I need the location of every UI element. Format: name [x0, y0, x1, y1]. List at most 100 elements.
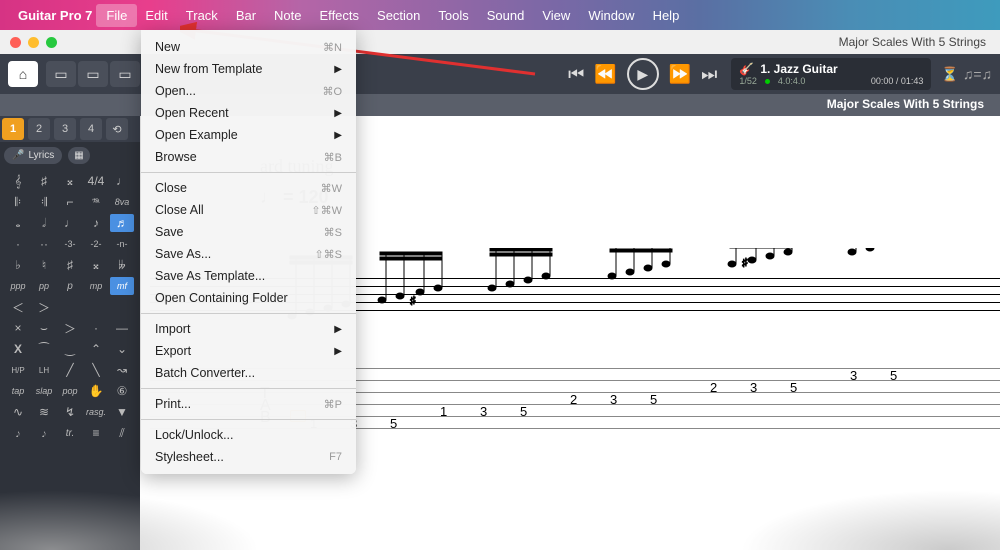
menu-item-open-containing-folder[interactable]: Open Containing Folder: [141, 287, 356, 309]
palette-tuplet2-icon[interactable]: -2-: [84, 235, 108, 253]
panel-button-2[interactable]: ▭: [78, 61, 108, 87]
palette-timesig-icon[interactable]: 4/4: [84, 172, 108, 190]
home-button[interactable]: ⌂: [8, 61, 38, 87]
palette-vib-icon[interactable]: ∿: [6, 403, 30, 421]
palette-trem2-icon[interactable]: ≡: [84, 424, 108, 442]
palette-mp-icon[interactable]: mp: [84, 277, 108, 295]
palette-half-icon[interactable]: 𝅗𝅥: [32, 214, 56, 232]
palette-tie-icon[interactable]: ⌣: [32, 319, 56, 337]
menu-note[interactable]: Note: [274, 8, 301, 23]
menu-item-export[interactable]: Export▶: [141, 340, 356, 362]
menu-help[interactable]: Help: [653, 8, 680, 23]
palette-grace2-icon[interactable]: 𝆕: [32, 424, 56, 442]
menu-edit[interactable]: Edit: [145, 8, 167, 23]
tab-1[interactable]: 1: [2, 118, 24, 140]
forward-icon[interactable]: ⏩: [669, 64, 691, 85]
menu-item-new[interactable]: New⌘N: [141, 36, 356, 58]
palette-grace-icon[interactable]: 𝆕: [6, 424, 30, 442]
palette-strum-icon[interactable]: ▼: [110, 403, 134, 421]
close-icon[interactable]: [10, 37, 21, 48]
palette-accent-icon[interactable]: ＞: [58, 319, 82, 337]
menu-track[interactable]: Track: [186, 8, 218, 23]
menu-item-import[interactable]: Import▶: [141, 318, 356, 340]
palette-bend-icon[interactable]: ↝: [110, 361, 134, 379]
traffic-lights[interactable]: [10, 37, 57, 48]
panel-button-3[interactable]: ▭: [110, 61, 140, 87]
metronome-icon[interactable]: ⏳: [941, 66, 958, 83]
palette-tap-icon[interactable]: tap: [6, 382, 30, 400]
menu-item-batch-converter[interactable]: Batch Converter...: [141, 362, 356, 384]
tab-4[interactable]: 4: [80, 118, 102, 140]
palette-natural-icon[interactable]: ♮: [32, 256, 56, 274]
menu-item-new-from-template[interactable]: New from Template▶: [141, 58, 356, 80]
palette-ending-icon[interactable]: ⌐: [58, 193, 82, 211]
tuner-icon[interactable]: ♫=♫: [963, 66, 992, 83]
palette-dead-icon[interactable]: ×: [6, 319, 30, 337]
palette-tr-icon[interactable]: tr.: [58, 424, 82, 442]
palette-key-icon[interactable]: ♩: [110, 172, 134, 190]
palette-down-icon[interactable]: ⌄: [110, 340, 134, 358]
palette-cresc-icon[interactable]: ＜: [6, 298, 30, 316]
palette-repeat-start-icon[interactable]: 𝄆: [6, 193, 30, 211]
palette-doubleflat-icon[interactable]: 𝄫: [110, 256, 134, 274]
palette-sharp2-icon[interactable]: ♯: [58, 256, 82, 274]
palette-repeat-end-icon[interactable]: 𝄇: [32, 193, 56, 211]
palette-clef-icon[interactable]: 𝄞: [6, 172, 30, 190]
menu-item-close-all[interactable]: Close All⇧⌘W: [141, 199, 356, 221]
maximize-icon[interactable]: [46, 37, 57, 48]
palette-ppp-icon[interactable]: ppp: [6, 277, 30, 295]
palette-tie2-icon[interactable]: ‿: [58, 340, 82, 358]
menu-item-browse[interactable]: Browse⌘B: [141, 146, 356, 168]
palette-8va-icon[interactable]: 8va: [110, 193, 134, 211]
palette-hammer-icon[interactable]: H/P: [6, 361, 30, 379]
play-button[interactable]: ▶: [627, 58, 659, 90]
menu-effects[interactable]: Effects: [320, 8, 360, 23]
palette-arp-icon[interactable]: ↯: [58, 403, 82, 421]
panel-button-1[interactable]: ▭: [46, 61, 76, 87]
tab-back[interactable]: ⟲: [106, 118, 128, 140]
menu-item-save-as[interactable]: Save As...⇧⌘S: [141, 243, 356, 265]
palette-sixteenth-icon[interactable]: ♬: [110, 214, 134, 232]
palette-sharp-icon[interactable]: ♯: [32, 172, 56, 190]
tab-3[interactable]: 3: [54, 118, 76, 140]
palette-p-icon[interactable]: p: [58, 277, 82, 295]
menu-section[interactable]: Section: [377, 8, 420, 23]
palette-quarter-icon[interactable]: ♩: [58, 214, 82, 232]
palette-whole-icon[interactable]: 𝅝: [6, 214, 30, 232]
palette-slap-icon[interactable]: slap: [32, 382, 56, 400]
menu-item-open-recent[interactable]: Open Recent▶: [141, 102, 356, 124]
skip-end-icon[interactable]: ⏭: [701, 64, 717, 85]
palette-staccato-icon[interactable]: ·: [84, 319, 108, 337]
palette-flat-icon[interactable]: ♭: [6, 256, 30, 274]
palette-eighth-icon[interactable]: ♪: [84, 214, 108, 232]
menu-tools[interactable]: Tools: [438, 8, 468, 23]
menu-file[interactable]: File: [96, 4, 137, 27]
palette-slide2-icon[interactable]: ╲: [84, 361, 108, 379]
palette-trem-icon[interactable]: ≋: [32, 403, 56, 421]
palette-doubledot-icon[interactable]: ··: [32, 235, 56, 253]
palette-hand-icon[interactable]: ✋: [84, 382, 108, 400]
palette-slur-icon[interactable]: ⁀: [32, 340, 56, 358]
palette-lh-icon[interactable]: LH: [32, 361, 56, 379]
palette-roll-icon[interactable]: ⫽: [110, 424, 134, 442]
palette-fret-icon[interactable]: ⑥: [110, 382, 134, 400]
menu-item-save-as-template[interactable]: Save As Template...: [141, 265, 356, 287]
skip-start-icon[interactable]: ⏮: [568, 64, 584, 85]
palette-slide-icon[interactable]: ╱: [58, 361, 82, 379]
rewind-icon[interactable]: ⏪: [594, 64, 616, 85]
palette-doublesharp-icon[interactable]: 𝄪: [58, 172, 82, 190]
minimize-icon[interactable]: [28, 37, 39, 48]
menu-bar[interactable]: Bar: [236, 8, 256, 23]
menu-item-print[interactable]: Print...⌘P: [141, 393, 356, 415]
menu-item-stylesheet[interactable]: Stylesheet...F7: [141, 446, 356, 468]
menu-sound[interactable]: Sound: [487, 8, 525, 23]
palette-decresc-icon[interactable]: ＞: [32, 298, 56, 316]
palette-doublesharp2-icon[interactable]: 𝄪: [84, 256, 108, 274]
track-info-panel[interactable]: 🎸 1. Jazz Guitar 1/52 4.0:4.0 00:00 / 01…: [731, 58, 931, 90]
palette-tuplet-n-icon[interactable]: -n-: [110, 235, 134, 253]
menu-item-close[interactable]: Close⌘W: [141, 177, 356, 199]
menu-window[interactable]: Window: [588, 8, 634, 23]
menu-item-open[interactable]: Open...⌘O: [141, 80, 356, 102]
menu-item-open-example[interactable]: Open Example▶: [141, 124, 356, 146]
palette-mf-icon[interactable]: mf: [110, 277, 134, 295]
